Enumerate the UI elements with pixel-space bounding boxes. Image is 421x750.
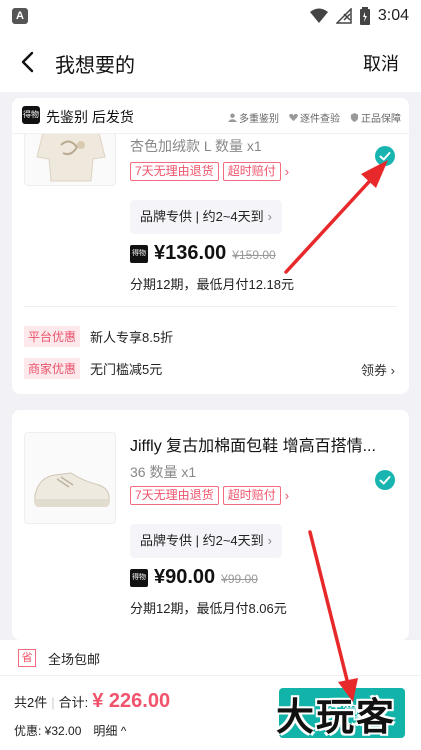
banner-tags: 多重鉴别 逐件查验 正品保障 [228,110,401,125]
status-bar: A 3:04 [0,0,421,32]
banner-tag: 逐件查验 [289,110,340,125]
separator: | [51,695,55,710]
return-policy-badge: 7天无理由退货 [130,162,219,181]
discount-amount: 优惠: ¥32.00 [14,724,82,738]
product-image-sneaker[interactable] [24,432,116,524]
clock: 3:04 [377,7,409,24]
installment-info: 分期12期，最低月付8.06元 [130,601,287,616]
app-notification-icon: A [12,8,28,24]
divider [24,306,397,307]
original-price: ¥159.00 [232,248,276,262]
order-summary: 共2件 | 合计: ¥ 226.00 [14,690,170,713]
brand-price-logo: 得物 [130,244,148,263]
battery-icon [359,7,370,25]
price-row: 得物 ¥90.00 ¥99.00 [130,566,258,589]
save-tag: 省 [18,649,36,667]
brand-price-logo: 得物 [130,568,148,587]
banner-tag: 多重鉴别 [228,110,279,125]
installment-info: 分期12期，最低月付12.18元 [130,277,294,292]
shield-icon [350,113,359,122]
free-shipping-bar: 省 全场包邮 [0,640,421,676]
total-label: 合计: [58,695,89,710]
authentication-banner: 得物 先鉴别 后发货 多重鉴别 逐件查验 正品保障 [12,98,409,134]
nav-bar: 我想要的 取消 [0,32,421,92]
promotion-text: 新人专享8.5折 [90,330,174,345]
item-name[interactable]: Jiffly 复古加棉面包鞋 增高百搭情... [130,432,376,456]
check-icon [379,152,391,161]
promotion-tag: 商家优惠 [24,358,81,379]
item-checkbox[interactable] [375,470,395,490]
banner-slogan: 先鉴别 后发货 [46,109,134,125]
heart-icon [289,113,298,122]
shipping-info[interactable]: 品牌专供 | 约2~4天到 › [130,524,282,558]
person-icon [228,113,237,122]
get-coupon-button[interactable]: 领券 › [361,360,395,379]
status-icons: 3:04 [309,6,409,26]
free-shipping-text: 全场包邮 [48,652,101,667]
item-price: ¥136.00 [154,242,227,264]
return-policy-badge: 7天无理由退货 [130,486,219,505]
discount-detail-button[interactable]: 明细 ^ [93,722,126,739]
promotion-text: 无门槛减5元 [90,362,163,377]
brand-logo: 得物 [22,106,40,124]
price-row: 得物 ¥136.00 ¥159.00 [130,242,276,265]
wifi-icon [309,8,328,23]
cancel-button[interactable]: 取消 [363,50,399,76]
item-count: 共2件 [14,695,48,710]
promotion-tag: 平台优惠 [24,326,81,347]
watermark: 大玩客 [276,697,397,739]
sweatshirt-image [36,134,106,182]
cart-item-card[interactable]: 杏色加绒款 L 数量 x1 7天无理由退货 超时赔付 › 品牌专供 | 约2~4… [12,134,409,394]
chevron-right-icon: › [284,164,290,179]
chevron-right-icon: › [267,533,272,548]
item-price: ¥90.00 [154,566,216,588]
shipping-info[interactable]: 品牌专供 | 约2~4天到 › [130,200,282,234]
item-checkbox[interactable] [375,146,395,166]
merchant-promotion: 商家优惠 无门槛减5元 [24,358,162,379]
original-price: ¥99.00 [221,572,258,586]
service-badges[interactable]: 7天无理由退货 超时赔付 › [130,486,289,505]
total-amount: ¥ 226.00 [92,690,171,712]
banner-tag: 正品保障 [350,110,401,125]
product-image-sweatshirt[interactable] [24,134,116,186]
delay-compensation-badge: 超时赔付 [222,486,281,505]
chevron-right-icon: › [390,363,395,378]
sneaker-image [34,472,110,507]
no-signal-icon [335,8,352,24]
check-icon [379,476,391,485]
delay-compensation-badge: 超时赔付 [222,162,281,181]
chevron-right-icon: › [267,209,272,224]
page-title: 我想要的 [55,55,135,77]
discount-row: 优惠: ¥32.00 明细 ^ [14,722,126,739]
cart-item-card[interactable]: Jiffly 复古加棉面包鞋 增高百搭情... 36 数量 x1 7天无理由退货… [12,410,409,640]
item-spec: 36 数量 x1 [130,464,197,480]
item-spec: 杏色加绒款 L 数量 x1 [130,138,262,154]
back-arrow-icon[interactable] [16,50,40,74]
chevron-right-icon: › [284,488,290,503]
platform-promotion: 平台优惠 新人专享8.5折 [24,326,173,347]
service-badges[interactable]: 7天无理由退货 超时赔付 › [130,162,289,181]
